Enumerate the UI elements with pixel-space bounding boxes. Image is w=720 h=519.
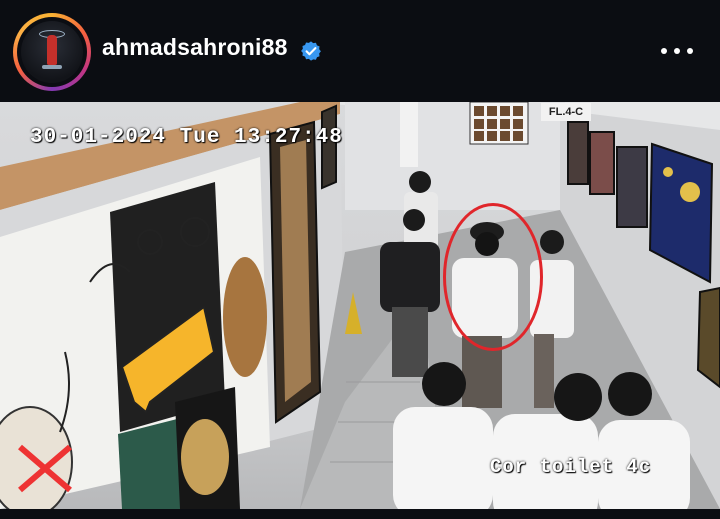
profile-avatar[interactable]: [13, 13, 91, 91]
avatar-gap: [17, 17, 87, 87]
more-dot: [687, 48, 693, 54]
floor-sign: FL.4-C: [541, 103, 591, 121]
cctv-camera-label: Cor toilet 4c: [490, 456, 652, 478]
more-dot: [674, 48, 680, 54]
cctv-video-frame[interactable]: FL.4-C 30-01-2024 Tue 13:27:48 Cor toile…: [0, 102, 720, 509]
post-header: ahmadsahroni88: [0, 0, 720, 102]
username-link[interactable]: ahmadsahroni88: [102, 34, 288, 61]
cctv-timestamp: 30-01-2024 Tue 13:27:48: [30, 126, 343, 149]
footer-bar: [0, 509, 720, 519]
avatar-image: [21, 21, 83, 83]
verified-badge-icon: [301, 41, 321, 61]
cctv-scene: [0, 102, 720, 509]
highlight-circle: [443, 203, 543, 351]
avatar-base: [42, 65, 62, 69]
more-options-icon[interactable]: [661, 38, 693, 64]
more-dot: [661, 48, 667, 54]
avatar-figure: [47, 35, 57, 65]
